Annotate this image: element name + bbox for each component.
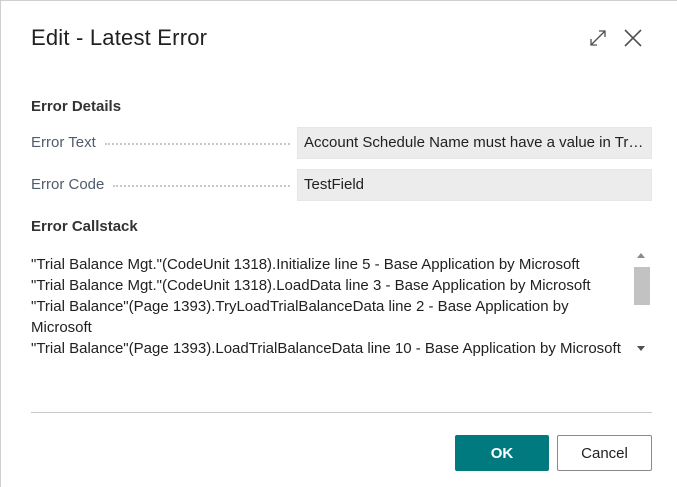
error-callstack-box[interactable]: "Trial Balance Mgt."(CodeUnit 1318).Init… (31, 247, 652, 357)
error-callstack-heading: Error Callstack (31, 218, 138, 235)
error-text-field[interactable]: Account Schedule Name must have a value … (297, 127, 652, 159)
expand-icon (590, 30, 606, 46)
error-details-heading: Error Details (31, 98, 122, 115)
callstack-line: "Trial Balance"(Page 1393).TryLoadTrialB… (31, 298, 569, 336)
ok-button[interactable]: OK (455, 435, 549, 471)
scroll-thumb[interactable] (634, 267, 650, 305)
scroll-up-icon[interactable] (637, 253, 645, 258)
callstack-scrollbar[interactable] (632, 247, 652, 357)
callstack-line: "Trial Balance Mgt."(CodeUnit 1318).Load… (31, 277, 591, 294)
error-code-row: Error Code TestField (31, 169, 652, 201)
callstack-line: "Trial Balance"(Page 1393).LoadTrialBala… (31, 340, 621, 357)
leader-dots (113, 185, 290, 187)
scroll-down-icon[interactable] (637, 346, 645, 351)
expand-button[interactable] (583, 23, 613, 53)
error-code-label: Error Code (31, 176, 105, 193)
dialog-title: Edit - Latest Error (31, 25, 208, 50)
error-text-label: Error Text (31, 134, 96, 151)
callstack-line: "Trial Balance Mgt."(CodeUnit 1318).Init… (31, 256, 580, 273)
leader-dots (105, 143, 290, 145)
error-text-row: Error Text Account Schedule Name must ha… (31, 127, 652, 159)
edit-latest-error-dialog: Edit - Latest Error Error Details Error … (0, 0, 677, 487)
close-icon (624, 29, 642, 47)
callstack-text: "Trial Balance Mgt."(CodeUnit 1318).Init… (31, 247, 631, 357)
close-button[interactable] (618, 23, 648, 53)
footer-divider (31, 412, 652, 413)
error-code-field[interactable]: TestField (297, 169, 652, 201)
cancel-button[interactable]: Cancel (557, 435, 652, 471)
